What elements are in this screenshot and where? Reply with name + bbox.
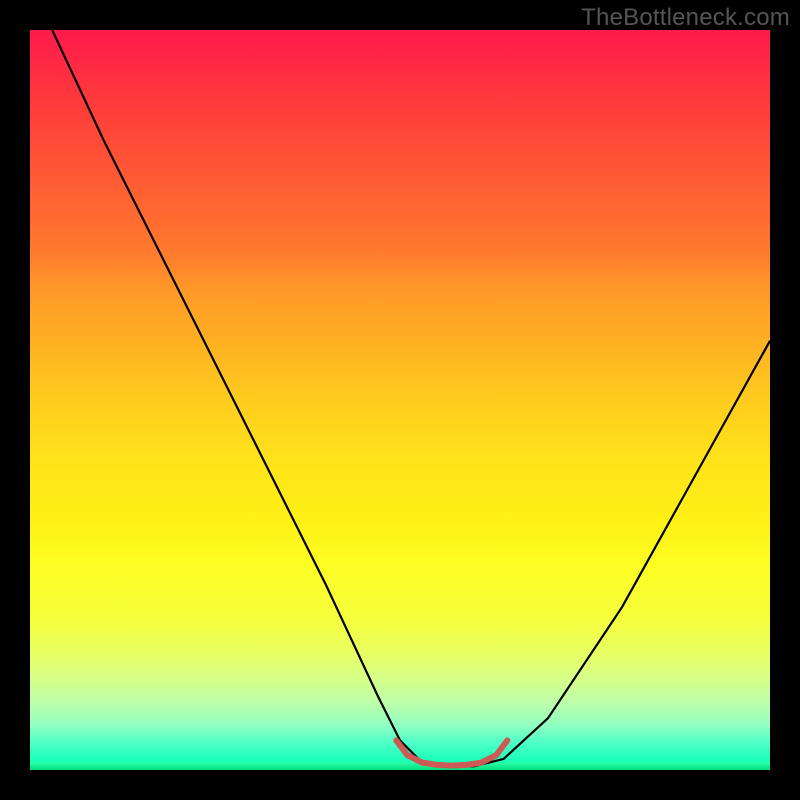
chart-frame: TheBottleneck.com	[0, 0, 800, 800]
plot-area	[30, 30, 770, 770]
curve-path	[52, 30, 770, 766]
watermark-text: TheBottleneck.com	[581, 4, 790, 32]
bottleneck-curve	[30, 30, 770, 770]
